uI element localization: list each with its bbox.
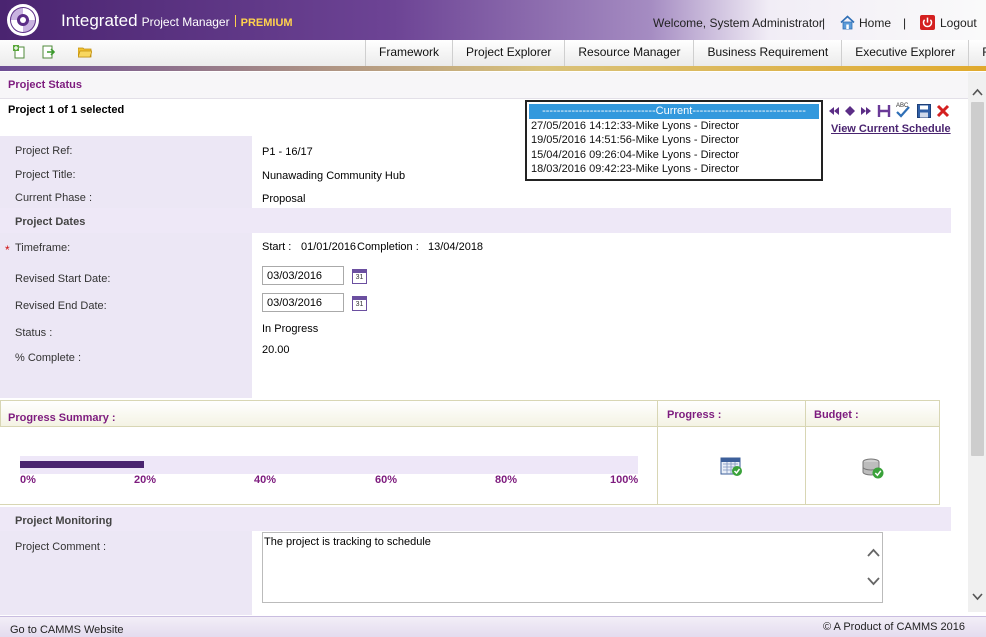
scrollbar-thumb[interactable] bbox=[971, 102, 984, 456]
revised-end-label: Revised End Date: bbox=[15, 300, 107, 312]
progress-summary-title: Progress Summary : bbox=[8, 412, 116, 424]
timeframe-start-label: Start : bbox=[262, 241, 292, 253]
nav-business-requirement[interactable]: Business Requirement bbox=[693, 40, 842, 66]
history-item-current[interactable]: -------------------------------Current--… bbox=[529, 104, 819, 119]
revised-start-input[interactable] bbox=[262, 266, 344, 285]
toolbar-underline bbox=[0, 66, 986, 71]
camms-website-link[interactable]: Go to CAMMS Website bbox=[10, 624, 124, 636]
progress-summary-divider bbox=[0, 504, 658, 505]
current-phase-label: Current Phase : bbox=[15, 192, 93, 204]
camms-logo-icon bbox=[7, 4, 39, 36]
history-item[interactable]: 15/04/2016 09:26:04-Mike Lyons - Directo… bbox=[527, 148, 821, 163]
project-ref-label: Project Ref: bbox=[15, 145, 73, 157]
progress-tick: 100% bbox=[610, 474, 639, 486]
open-folder-icon[interactable] bbox=[78, 45, 92, 59]
calendar-icon[interactable]: 31 bbox=[352, 296, 367, 311]
new-page-icon[interactable] bbox=[13, 45, 27, 59]
project-status-title: Project Status bbox=[8, 79, 82, 91]
power-icon[interactable] bbox=[920, 15, 935, 30]
last-record-icon[interactable] bbox=[860, 104, 872, 118]
history-item[interactable]: 27/05/2016 14:12:33-Mike Lyons - Directo… bbox=[527, 119, 821, 134]
project-comment-label: Project Comment : bbox=[15, 541, 107, 553]
scroll-down-icon[interactable] bbox=[972, 592, 983, 601]
project-comment-text: The project is tracking to schedule bbox=[264, 536, 431, 548]
textarea-scroll-up-icon[interactable] bbox=[867, 548, 880, 558]
header-separator: | bbox=[822, 16, 826, 30]
home-link[interactable]: Home bbox=[859, 16, 891, 30]
status-value: In Progress bbox=[262, 323, 319, 335]
main-nav: Framework Project Explorer Resource Mana… bbox=[365, 40, 986, 66]
nav-reports[interactable]: Reports bbox=[968, 40, 986, 66]
project-title-label: Project Title: bbox=[15, 169, 76, 181]
brand-divider bbox=[234, 15, 236, 27]
app-brand: Integrated Project Manager PREMIUM bbox=[61, 11, 293, 31]
selection-count: Project 1 of 1 selected bbox=[8, 104, 125, 116]
budget-status-icon[interactable] bbox=[861, 456, 885, 480]
calendar-icon[interactable]: 31 bbox=[352, 269, 367, 284]
history-item[interactable]: 19/05/2016 14:51:56-Mike Lyons - Directo… bbox=[527, 133, 821, 148]
progress-tick: 40% bbox=[254, 474, 277, 486]
scroll-up-icon[interactable] bbox=[972, 88, 983, 97]
nav-framework[interactable]: Framework bbox=[365, 40, 453, 66]
project-monitoring-title: Project Monitoring bbox=[15, 515, 113, 527]
brand-integrated: Integrated bbox=[61, 11, 138, 30]
brand-project-manager: Project Manager bbox=[141, 15, 230, 29]
status-label: Status : bbox=[15, 327, 53, 339]
home-icon[interactable] bbox=[840, 15, 855, 30]
history-item[interactable]: 18/03/2016 09:42:23-Mike Lyons - Directo… bbox=[527, 162, 821, 177]
copyright-text: © A Product of CAMMS 2016 bbox=[823, 621, 966, 633]
progress-tick: 20% bbox=[134, 474, 157, 486]
timeframe-label: Timeframe: bbox=[15, 242, 71, 254]
project-dates-row bbox=[0, 208, 951, 233]
timeframe-completion-value: 13/04/2018 bbox=[428, 241, 484, 253]
progress-header: Progress : bbox=[667, 409, 722, 421]
header-separator: | bbox=[903, 16, 907, 30]
previous-record-icon[interactable] bbox=[844, 104, 856, 118]
project-dates-title: Project Dates bbox=[15, 216, 86, 228]
view-current-schedule-link[interactable]: View Current Schedule bbox=[831, 123, 951, 135]
schedule-status-icon[interactable] bbox=[720, 456, 744, 478]
textarea-scroll-down-icon[interactable] bbox=[867, 576, 880, 586]
close-icon[interactable] bbox=[936, 104, 950, 118]
first-record-icon[interactable] bbox=[828, 104, 840, 118]
schedule-history-list[interactable]: -------------------------------Current--… bbox=[525, 100, 823, 181]
progress-tick: 80% bbox=[495, 474, 518, 486]
logout-link[interactable]: Logout bbox=[940, 16, 977, 30]
spell-check-icon[interactable]: ABC bbox=[895, 101, 911, 118]
project-status-bar bbox=[0, 72, 968, 99]
save-icon[interactable] bbox=[917, 104, 931, 118]
timeframe-completion-label: Completion : bbox=[357, 241, 419, 253]
timeframe-start-value: 01/01/2016 bbox=[301, 241, 357, 253]
revised-end-input[interactable] bbox=[262, 293, 344, 312]
pct-complete-value: 20.00 bbox=[262, 344, 290, 356]
progress-bar-fill bbox=[20, 461, 144, 468]
nav-project-explorer[interactable]: Project Explorer bbox=[452, 40, 565, 66]
progress-tick: 0% bbox=[20, 474, 36, 486]
brand-premium: PREMIUM bbox=[240, 17, 293, 29]
nav-resource-manager[interactable]: Resource Manager bbox=[564, 40, 694, 66]
current-phase-value: Proposal bbox=[262, 193, 306, 205]
project-title-value: Nunawading Community Hub bbox=[262, 170, 406, 182]
nav-executive-explorer[interactable]: Executive Explorer bbox=[841, 40, 969, 66]
progress-tick: 60% bbox=[375, 474, 398, 486]
welcome-text: Welcome, System Administrator bbox=[653, 16, 823, 30]
history-icon[interactable] bbox=[877, 104, 891, 118]
project-monitoring-row bbox=[0, 507, 951, 531]
budget-header: Budget : bbox=[814, 409, 859, 421]
required-marker: * bbox=[5, 243, 10, 257]
project-ref-value: P1 - 16/17 bbox=[262, 146, 313, 158]
export-icon[interactable] bbox=[42, 45, 56, 59]
pct-complete-label: % Complete : bbox=[15, 352, 82, 364]
revised-start-label: Revised Start Date: bbox=[15, 273, 111, 285]
